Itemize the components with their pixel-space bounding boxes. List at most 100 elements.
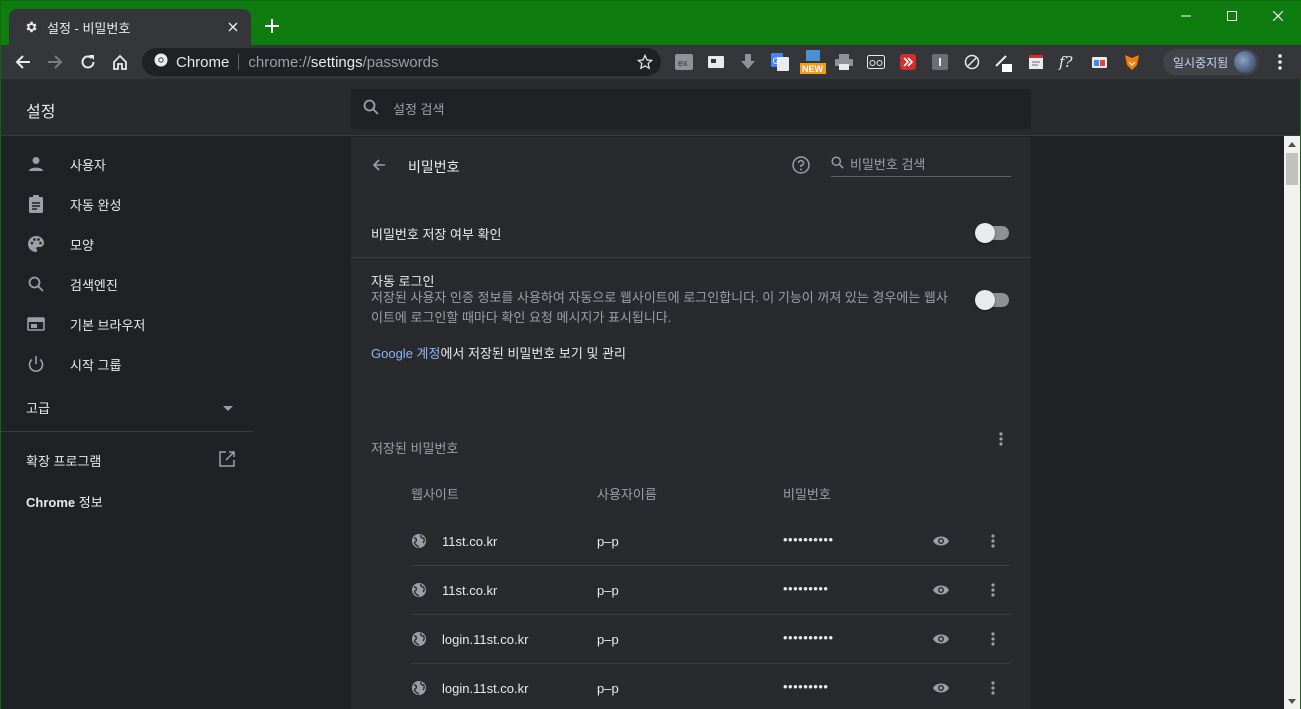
site-name: Chrome (176, 53, 230, 71)
autosignin-toggle[interactable] (975, 290, 1009, 310)
toggle-knob (975, 223, 995, 243)
settings-title: 설정 (26, 104, 56, 121)
home-button[interactable] (108, 50, 132, 74)
extension-fox-icon[interactable] (1122, 52, 1142, 72)
chrome-icon (154, 53, 168, 71)
reload-button[interactable] (76, 50, 100, 74)
sidebar-item-people[interactable]: 사용자 (1, 144, 253, 184)
sidebar-advanced[interactable]: 고급 (1, 384, 253, 432)
svg-text:G: G (773, 56, 780, 66)
sidebar-item-default-browser[interactable]: 기본 브라우저 (1, 304, 253, 344)
browser-menu-icon[interactable] (1268, 50, 1292, 74)
more-vert-icon[interactable] (991, 429, 1011, 449)
extension-note-icon[interactable] (1026, 52, 1046, 72)
address-bar[interactable]: Chrome chrome://settings/passwords (142, 48, 661, 76)
more-vert-icon[interactable] (983, 531, 1003, 551)
tab-settings[interactable]: 설정 - 비밀번호 (9, 9, 251, 45)
browser-icon (26, 314, 46, 334)
tape-icon[interactable] (866, 52, 886, 72)
globe-icon (412, 632, 426, 646)
maximize-button[interactable] (1209, 1, 1255, 31)
eye-icon[interactable] (931, 531, 951, 551)
password-value: ••••••••• (783, 581, 829, 596)
title-bar: 설정 - 비밀번호 (1, 1, 1301, 45)
password-site: 11st.co.kr (442, 583, 498, 598)
password-site: 11st.co.kr (442, 534, 498, 549)
sidebar-item-label: 자동 완성 (70, 197, 122, 213)
sidebar-item-search-engine[interactable]: 검색엔진 (1, 264, 253, 304)
close-window-button[interactable] (1255, 1, 1301, 31)
back-arrow-icon[interactable] (369, 155, 389, 175)
sidebar-item-on-startup[interactable]: 시작 그룹 (1, 344, 253, 384)
print-icon[interactable] (834, 52, 854, 72)
download-icon[interactable] (738, 52, 758, 72)
more-vert-icon[interactable] (983, 580, 1003, 600)
google-account-link[interactable]: Google 계정 (371, 346, 440, 361)
settings-header: 설정 (1, 79, 1300, 136)
autosignin-description: 저장된 사용자 인증 정보를 사용하여 자동으로 웹사이트에 로그인합니다. 이… (371, 290, 948, 325)
sidebar-item-appearance[interactable]: 모양 (1, 224, 253, 264)
sidebar-item-autofill[interactable]: 자동 완성 (1, 184, 253, 224)
help-icon[interactable] (791, 155, 811, 175)
more-vert-icon[interactable] (983, 629, 1003, 649)
scroll-thumb[interactable] (1286, 153, 1298, 185)
extension-red-icon[interactable] (898, 52, 918, 72)
extension-ex-icon[interactable]: ex (674, 52, 694, 72)
eye-icon[interactable] (931, 629, 951, 649)
page-scrollbar[interactable] (1284, 136, 1300, 709)
extension-info-icon[interactable] (930, 52, 950, 72)
passwords-card: 비밀번호 비밀번호 저장 여부 확인 자동 로그인 저장된 사용자 인증 정보를… (351, 137, 1031, 709)
password-site: login.11st.co.kr (442, 632, 529, 647)
extension-pen-icon[interactable] (994, 52, 1014, 72)
scroll-down-arrow-icon[interactable] (1284, 693, 1300, 709)
sidebar-item-label: 모양 (70, 237, 94, 253)
column-header-website: 웹사이트 (411, 487, 459, 502)
forward-button[interactable] (43, 50, 67, 74)
extension-shield-icon[interactable] (962, 52, 982, 72)
sidebar-item-about[interactable]: Chrome 정보 (1, 488, 253, 514)
globe-icon (412, 534, 426, 548)
profile-label: 일시중지됨 (1173, 55, 1229, 70)
settings-search[interactable] (351, 89, 1031, 129)
settings-page: 설정 사용자 자동 완성 모양 (1, 79, 1300, 709)
gear-icon (23, 19, 39, 35)
open-in-new-icon (219, 450, 235, 470)
column-header-username: 사용자이름 (597, 487, 657, 502)
minimize-button[interactable] (1163, 1, 1209, 31)
eye-icon[interactable] (931, 678, 951, 698)
search-icon (26, 274, 46, 294)
page-title: 비밀번호 (408, 159, 460, 175)
search-icon (831, 155, 844, 174)
sidebar-item-label: 기본 브라우저 (70, 317, 146, 333)
bookmark-star-icon[interactable] (636, 53, 654, 74)
extension-function-icon[interactable]: f? (1058, 52, 1078, 72)
sidebar-item-label: 시작 그룹 (70, 357, 122, 373)
extension-card-icon[interactable] (706, 52, 726, 72)
back-button[interactable] (11, 50, 35, 74)
close-icon[interactable] (225, 19, 241, 35)
password-search-input[interactable] (850, 157, 1000, 172)
column-header-password: 비밀번호 (783, 487, 831, 502)
sidebar-item-label: 검색엔진 (70, 277, 118, 293)
settings-search-input[interactable] (393, 101, 993, 117)
password-row: 11st.co.kr p–p ••••••••• (411, 566, 1011, 615)
password-value: •••••••••• (783, 630, 834, 645)
sidebar-extensions-label: 확장 프로그램 (26, 453, 102, 469)
scroll-up-arrow-icon[interactable] (1284, 136, 1300, 152)
eye-icon[interactable] (931, 580, 951, 600)
extension-new-icon[interactable]: NEW (800, 49, 826, 75)
browser-window: 설정 - 비밀번호 Chrome chrome://settings/passw… (0, 0, 1301, 709)
new-tab-button[interactable] (261, 15, 283, 37)
profile-button[interactable]: 일시중지됨 (1163, 49, 1259, 75)
extension-window-icon[interactable] (1090, 52, 1110, 72)
offer-save-toggle[interactable] (975, 223, 1009, 243)
more-vert-icon[interactable] (983, 678, 1003, 698)
sidebar-item-extensions[interactable]: 확장 프로그램 (1, 432, 253, 488)
offer-save-label: 비밀번호 저장 여부 확인 (371, 227, 502, 242)
url-text: chrome://settings/passwords (248, 53, 439, 71)
password-value: •••••••••• (783, 532, 834, 547)
password-search[interactable] (831, 153, 1011, 177)
password-username: p–p (597, 632, 619, 647)
palette-icon (26, 234, 46, 254)
translate-icon[interactable]: G (770, 52, 790, 72)
